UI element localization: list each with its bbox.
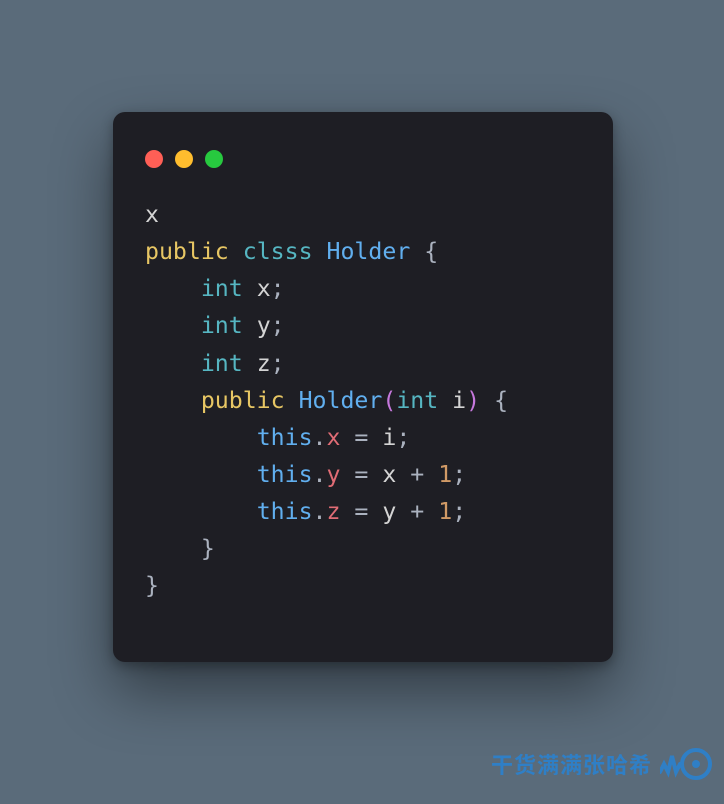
token-type: int (201, 275, 243, 302)
token-op: = (340, 498, 382, 525)
token-field: x (327, 424, 341, 451)
token-punct: ; (271, 350, 285, 377)
code-line: this.x = i; (145, 424, 410, 451)
token-kw: public (145, 238, 229, 265)
watermark-icon (660, 742, 712, 786)
token-kw: public (201, 387, 285, 414)
token-punct: . (313, 461, 327, 488)
token-id: i (452, 387, 466, 414)
token-punct: ; (396, 424, 410, 451)
token (313, 238, 327, 265)
code-line: int z; (145, 350, 285, 377)
token-type: int (396, 387, 438, 414)
zoom-icon[interactable] (205, 150, 223, 168)
token-punct: } (201, 535, 215, 562)
token (410, 238, 424, 265)
token-punct: ; (452, 498, 466, 525)
token (243, 275, 257, 302)
token-field: z (327, 498, 341, 525)
token-this: this (257, 424, 313, 451)
token-cls: Holder (327, 238, 411, 265)
token-punct: . (313, 498, 327, 525)
code-window: x public clsss Holder { int x; int y; in… (113, 112, 613, 662)
token-this: this (257, 461, 313, 488)
token-cls: Holder (299, 387, 383, 414)
code-line: } (145, 535, 215, 562)
token-punct: . (313, 424, 327, 451)
token-paren: ) (466, 387, 480, 414)
watermark-text: 干货满满张哈希 (491, 748, 652, 780)
token-id: x (257, 275, 271, 302)
code-line: this.y = x + 1; (145, 461, 466, 488)
code-block: x public clsss Holder { int x; int y; in… (145, 196, 581, 604)
traffic-lights (145, 150, 581, 168)
code-line: x (145, 201, 159, 228)
code-line: public Holder(int i) { (145, 387, 508, 414)
minimize-icon[interactable] (175, 150, 193, 168)
token-punct: ; (452, 461, 466, 488)
token-type: int (201, 350, 243, 377)
token-id: x (145, 201, 159, 228)
token-id: x (382, 461, 396, 488)
token-num: 1 (438, 461, 452, 488)
code-line: } (145, 572, 159, 599)
token (243, 350, 257, 377)
token-this: this (257, 498, 313, 525)
token-id: y (257, 312, 271, 339)
token-num: 1 (438, 498, 452, 525)
token-op: + (396, 498, 438, 525)
code-line: public clsss Holder { (145, 238, 438, 265)
code-line: this.z = y + 1; (145, 498, 466, 525)
token (438, 387, 452, 414)
code-line: int y; (145, 312, 285, 339)
token-id: z (257, 350, 271, 377)
token (243, 312, 257, 339)
token-type: int (201, 312, 243, 339)
token (480, 387, 494, 414)
token-punct: ; (271, 312, 285, 339)
token-punct: } (145, 572, 159, 599)
code-line: int x; (145, 275, 285, 302)
watermark: 干货满满张哈希 (491, 742, 712, 786)
token-op: = (340, 461, 382, 488)
token-op: = (340, 424, 382, 451)
token (229, 238, 243, 265)
close-icon[interactable] (145, 150, 163, 168)
token-field: y (327, 461, 341, 488)
token-punct: ; (271, 275, 285, 302)
token-id: y (382, 498, 396, 525)
token-punct: { (424, 238, 438, 265)
token-type: clsss (243, 238, 313, 265)
token (285, 387, 299, 414)
token-id: i (382, 424, 396, 451)
token-paren: ( (382, 387, 396, 414)
token-punct: { (494, 387, 508, 414)
token-op: + (396, 461, 438, 488)
